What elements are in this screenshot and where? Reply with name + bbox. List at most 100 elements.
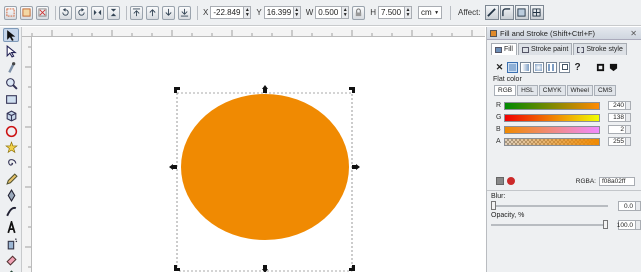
opacity-value-field[interactable]: 100.0 — [617, 220, 637, 230]
deselect-icon[interactable] — [36, 5, 49, 20]
tab-fill[interactable]: Fill — [491, 43, 517, 55]
tab-wheel[interactable]: Wheel — [566, 85, 593, 96]
rotate-cw-icon[interactable] — [75, 5, 88, 20]
y-spin-button[interactable]: ▲ ▼ — [293, 6, 301, 19]
opacity-slider-thumb[interactable] — [603, 220, 609, 229]
stroke-paint-tab-icon — [521, 46, 529, 53]
opacity-slider[interactable] — [491, 220, 609, 229]
transform-patterns-toggle[interactable] — [529, 5, 544, 20]
calligraphy-tool-icon[interactable] — [3, 204, 19, 218]
unset-paint-icon[interactable]: ? — [572, 62, 583, 73]
tab-stroke-style[interactable]: Stroke style — [573, 43, 627, 55]
pen-tool-icon[interactable] — [3, 188, 19, 202]
pattern-icon[interactable] — [546, 61, 557, 73]
3d-box-tool-icon[interactable] — [3, 108, 19, 122]
red-spin-button[interactable] — [626, 101, 631, 110]
spiral-tool-icon[interactable] — [3, 156, 19, 170]
fill-rule-evenodd-icon[interactable] — [595, 62, 606, 73]
tab-stroke-paint[interactable]: Stroke paint — [517, 43, 573, 55]
blue-slider[interactable] — [504, 125, 600, 134]
horizontal-ruler[interactable] — [22, 27, 485, 37]
alpha-slider[interactable] — [504, 137, 600, 146]
paint-bucket-tool-icon[interactable] — [3, 268, 19, 272]
blur-label: Blur: — [491, 193, 506, 200]
transform-gradients-toggle[interactable] — [514, 5, 529, 20]
node-tool-icon[interactable] — [3, 44, 19, 58]
scale-handle-top-left[interactable] — [174, 87, 180, 93]
drawing-canvas[interactable] — [33, 38, 485, 272]
swatch-icon[interactable] — [559, 61, 570, 73]
fill-and-stroke-panel: Fill and Stroke (Shift+Ctrl+F) ✕ Fill St… — [486, 27, 641, 272]
scale-handle-top[interactable] — [262, 85, 268, 93]
text-tool-icon[interactable] — [3, 220, 19, 234]
y-coordinate-field[interactable]: 16.399 — [263, 6, 294, 19]
height-spin-button[interactable]: ▲ ▼ — [405, 6, 413, 19]
selector-tool-icon[interactable] — [3, 28, 19, 42]
rectangle-tool-icon[interactable] — [3, 92, 19, 106]
lower-to-bottom-icon[interactable] — [178, 5, 191, 20]
rotate-ccw-icon[interactable] — [59, 5, 72, 20]
alpha-spin-button[interactable] — [626, 137, 631, 146]
blur-slider[interactable] — [491, 201, 609, 210]
scale-handle-top-right[interactable] — [349, 87, 355, 93]
scale-handle-right[interactable] — [352, 164, 360, 170]
w-label: W — [305, 8, 314, 17]
flip-vertical-icon[interactable] — [107, 5, 120, 20]
blue-value-field[interactable]: 2 — [608, 125, 626, 134]
out-of-gamut-icon[interactable] — [507, 177, 515, 185]
eraser-tool-icon[interactable] — [3, 252, 19, 266]
radial-gradient-icon[interactable] — [533, 61, 544, 73]
rgba-field[interactable]: f08a02ff — [599, 176, 635, 186]
raise-to-top-icon[interactable] — [130, 5, 143, 20]
spray-tool-icon[interactable] — [3, 236, 19, 250]
selector-toolbar: X -22.849 ▲ ▼ Y 16.399 ▲ ▼ W 0.500 ▲ ▼ H 7.… — [0, 0, 641, 26]
height-field[interactable]: 7.500 — [378, 6, 406, 19]
flip-horizontal-icon[interactable] — [91, 5, 104, 20]
ellipse-tool-icon[interactable] — [3, 124, 19, 138]
width-field[interactable]: 0.500 — [315, 6, 343, 19]
scale-handle-bottom-right[interactable] — [349, 265, 355, 271]
zoom-tool-icon[interactable] — [3, 76, 19, 90]
tab-hsl[interactable]: HSL — [517, 85, 538, 96]
scale-handle-left[interactable] — [169, 164, 177, 170]
blue-spin-button[interactable] — [626, 125, 631, 134]
no-paint-icon[interactable]: ✕ — [494, 62, 505, 73]
orange-ellipse[interactable] — [181, 94, 349, 240]
color-managed-icon[interactable] — [496, 177, 504, 185]
blur-spin-button[interactable] — [636, 201, 641, 211]
tab-cms[interactable]: CMS — [593, 85, 617, 96]
opacity-spin-button[interactable] — [636, 220, 641, 230]
blur-value-field[interactable]: 0.0 — [618, 201, 637, 211]
scale-stroke-width-toggle[interactable] — [484, 5, 499, 20]
green-spin-button[interactable] — [626, 113, 631, 122]
tab-rgb[interactable]: RGB — [494, 85, 517, 96]
lower-icon[interactable] — [162, 5, 175, 20]
red-slider[interactable] — [504, 101, 600, 110]
panel-title: Fill and Stroke (Shift+Ctrl+F) — [500, 28, 596, 38]
tab-cmyk[interactable]: CMYK — [538, 85, 566, 96]
star-tool-icon[interactable] — [3, 140, 19, 154]
green-slider[interactable] — [504, 113, 600, 122]
alpha-value-field[interactable]: 255 — [608, 137, 626, 146]
scale-rounded-corners-toggle[interactable] — [499, 5, 514, 20]
fill-rule-nonzero-icon[interactable] — [608, 62, 619, 73]
unit-dropdown[interactable]: cm ▼ — [418, 6, 443, 19]
paint-type-row: ✕ ? — [487, 55, 641, 75]
x-coordinate-field[interactable]: -22.849 — [210, 6, 245, 19]
x-spin-button[interactable]: ▲ ▼ — [244, 6, 252, 19]
raise-icon[interactable] — [146, 5, 159, 20]
tweak-tool-icon[interactable] — [3, 60, 19, 74]
vertical-ruler[interactable] — [22, 37, 32, 272]
pencil-tool-icon[interactable] — [3, 172, 19, 186]
blur-slider-thumb[interactable] — [491, 201, 496, 210]
close-icon[interactable]: ✕ — [630, 29, 637, 38]
width-spin-button[interactable]: ▲ ▼ — [342, 6, 350, 19]
scale-handle-bottom-left[interactable] — [174, 265, 180, 271]
select-all-icon[interactable] — [4, 5, 17, 20]
linear-gradient-icon[interactable] — [520, 61, 531, 73]
lock-proportions-icon[interactable] — [352, 5, 366, 20]
green-value-field[interactable]: 138 — [608, 113, 626, 122]
red-value-field[interactable]: 240 — [608, 101, 626, 110]
select-in-all-layers-icon[interactable] — [20, 5, 33, 20]
flat-color-icon[interactable] — [507, 61, 518, 73]
